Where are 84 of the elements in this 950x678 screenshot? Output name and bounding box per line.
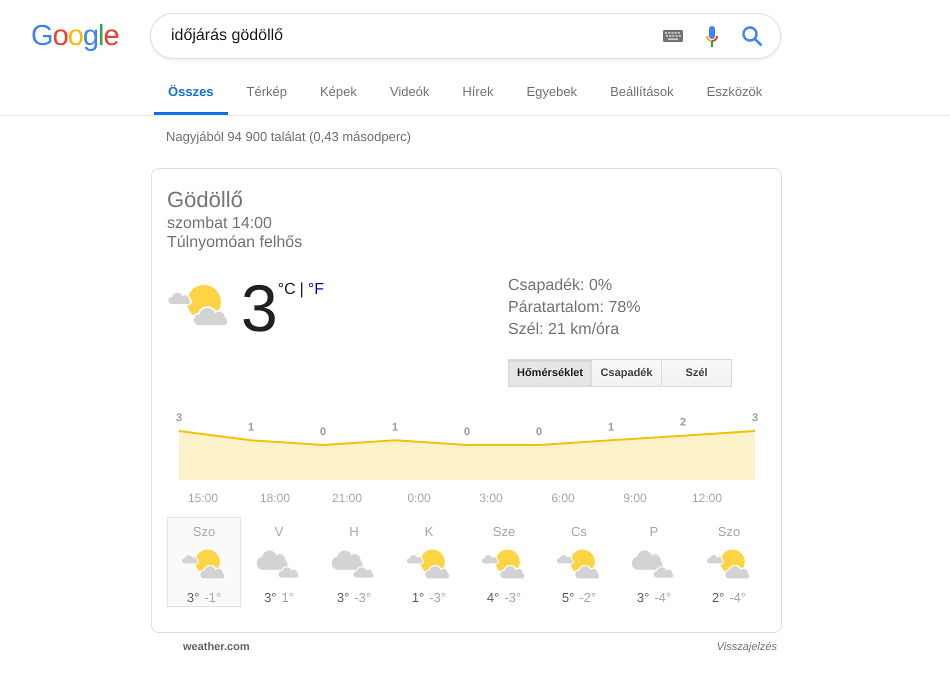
day-forecast-tile[interactable]: H 3° -3°	[317, 517, 391, 607]
day-forecast-tile[interactable]: K 1° -3°	[392, 517, 466, 607]
weather-detail: Csapadék: 0%	[508, 276, 612, 296]
low-temperature: -3°	[354, 590, 372, 606]
current-temperature: 3	[241, 275, 278, 341]
high-temperature: 3°	[264, 590, 276, 606]
partly-cloudy-icon	[481, 548, 527, 580]
data-label: 0	[320, 426, 326, 438]
high-temperature: 3°	[336, 590, 350, 606]
low-temperature: -4°	[729, 590, 746, 606]
search-field[interactable]: időjárás gödöllő	[150, 13, 781, 59]
weather-condition: Túlnyomóan felhős	[167, 233, 302, 252]
search-icon[interactable]	[742, 26, 762, 46]
day-name: Sze	[492, 524, 516, 540]
time-label: 12:00	[692, 491, 722, 505]
chart-tab[interactable]: Hőmérséklet	[508, 359, 592, 387]
data-label: 0	[536, 426, 542, 438]
day-name: Szo	[192, 524, 216, 540]
unit-option: °C	[278, 280, 296, 300]
low-temperature: -1°	[204, 590, 222, 606]
nav-tab[interactable]: Hírek	[448, 71, 508, 115]
weather-detail: Szél: 21 km/óra	[508, 320, 620, 340]
day-forecast-tile[interactable]: Cs 5° -2°	[542, 517, 616, 607]
partly-cloudy-icon	[556, 548, 602, 580]
time-label: 6:00	[551, 491, 575, 505]
nav-tab[interactable]: Térkép	[232, 71, 302, 115]
high-temperature: 3°	[636, 590, 650, 606]
low-temperature: -4°	[654, 590, 672, 606]
partly-cloudy-icon	[706, 548, 752, 580]
day-name: Szo	[718, 524, 740, 540]
time-label: 3:00	[479, 491, 503, 505]
high-temperature: 4°	[486, 590, 500, 606]
low-temperature: -3°	[429, 590, 446, 606]
data-label: 2	[680, 416, 686, 429]
data-label: 1	[248, 421, 254, 434]
day-forecast-tile[interactable]: Sze 4° -3°	[467, 517, 541, 607]
nav-tab[interactable]: Videók	[376, 71, 444, 115]
time-label: 18:00	[260, 491, 290, 505]
low-temperature: -2°	[579, 590, 596, 606]
feedback-link[interactable]: Visszajelzés	[716, 640, 777, 654]
day-name: H	[349, 524, 359, 540]
high-temperature: 1°	[412, 590, 424, 606]
time-label: 0:00	[407, 491, 431, 505]
data-label: 3	[752, 412, 758, 424]
keyboard-icon[interactable]	[663, 30, 683, 42]
chart-tab[interactable]: Csapadék	[591, 359, 662, 387]
day-name: V	[274, 524, 284, 540]
partly-cloudy-icon	[406, 548, 452, 580]
location-name: Gödöllő	[167, 186, 243, 214]
day-forecast-tile[interactable]: Szo 2° -4°	[692, 517, 766, 607]
day-forecast-tile[interactable]: Szo 3° -1°	[167, 517, 241, 607]
partly-cloudy-icon	[181, 548, 227, 580]
weather-time: szombat 14:00	[167, 214, 272, 233]
nav-tab[interactable]: Egyebek	[512, 71, 592, 115]
google-logo[interactable]: Google	[31, 17, 119, 55]
day-name: Cs	[571, 524, 587, 540]
source-link[interactable]: weather.com	[183, 640, 250, 654]
day-name: K	[424, 524, 434, 540]
data-label: 0	[464, 426, 470, 438]
microphone-icon[interactable]	[706, 26, 718, 46]
data-label: 1	[608, 421, 614, 434]
day-forecast-tile[interactable]: P 3° -4°	[617, 517, 691, 607]
high-temperature: 5°	[562, 590, 574, 606]
time-label: 15:00	[188, 491, 218, 505]
time-label: 9:00	[623, 491, 647, 505]
data-label: 3	[176, 412, 182, 424]
time-label: 21:00	[332, 491, 362, 505]
result-stats: Nagyjából 94 900 találat (0,43 másodperc)	[166, 129, 411, 145]
low-temperature: -3°	[504, 590, 522, 606]
nav-tab[interactable]: Beállítások	[596, 71, 688, 115]
nav-tab[interactable]: Összes	[154, 71, 228, 115]
data-label: 1	[392, 421, 398, 434]
unit-separator: |	[300, 280, 304, 300]
high-temperature: 2°	[712, 590, 724, 606]
unit-option[interactable]: °F	[308, 280, 324, 300]
chart-tab[interactable]: Szél	[661, 359, 732, 387]
weather-detail: Páratartalom: 78%	[508, 298, 641, 318]
day-name: P	[650, 524, 658, 540]
nav-tab[interactable]: Eszközök	[692, 71, 776, 115]
high-temperature: 3°	[186, 590, 200, 606]
nav-tab[interactable]: Képek	[306, 71, 371, 115]
low-temperature: 1°	[282, 590, 294, 606]
search-input[interactable]: időjárás gödöllő	[171, 26, 657, 46]
day-forecast-tile[interactable]: V 3° 1°	[242, 517, 316, 607]
